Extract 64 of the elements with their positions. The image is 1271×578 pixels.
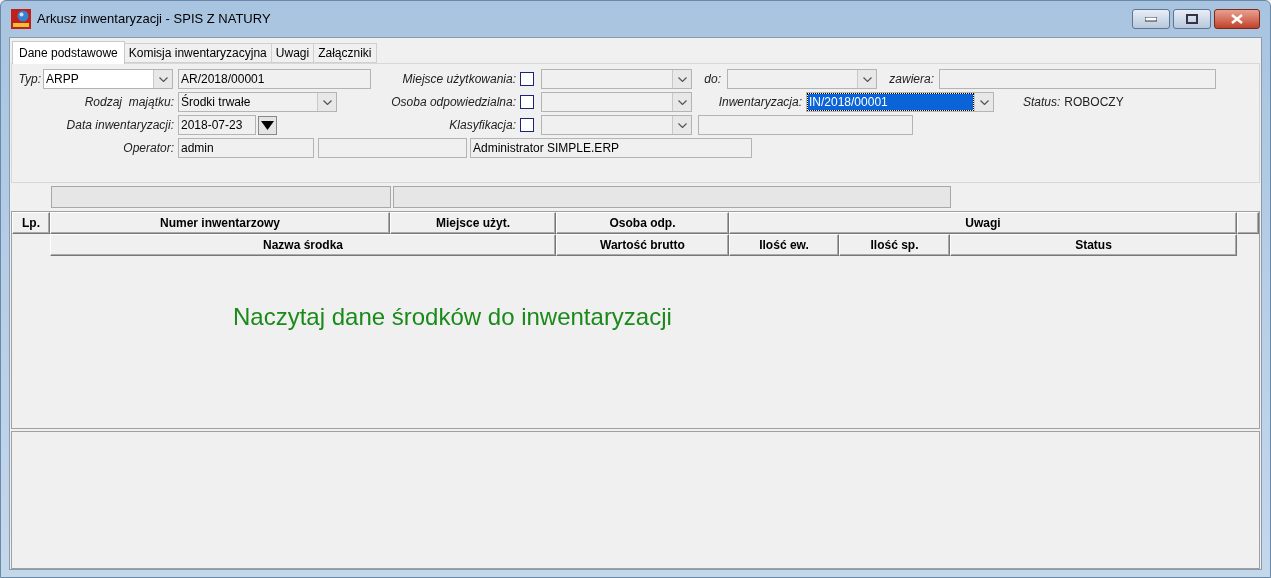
triangle-down-icon [261,120,274,130]
text-field[interactable]: AR/2018/00001 [178,69,371,89]
close-button[interactable] [1214,9,1260,29]
column-header[interactable]: Lp. [12,212,50,234]
close-icon [1231,14,1243,24]
field-label: Status: [1023,94,1061,111]
chevron-down-icon [322,99,332,105]
field-label: Osoba odpowiedzialna: [390,94,516,111]
dropdown[interactable] [541,115,692,135]
column-header[interactable]: Uwagi [729,212,1237,234]
dropdown[interactable] [541,69,692,89]
window-title: Arkusz inwentaryzacji - SPIS Z NATURY [37,10,271,29]
column-header[interactable]: Miejsce użyt. [390,212,556,234]
column-header[interactable]: Ilość ew. [729,234,839,256]
chevron-down-icon [862,76,872,82]
field-label: zawiera: [888,71,934,88]
minimize-button[interactable] [1132,9,1170,29]
dropdown[interactable]: ARPP [43,69,173,89]
checkbox[interactable] [520,95,534,109]
empty-message: Naczytaj dane środków do inwentaryzacji [233,302,672,332]
field-label: Typ: [17,71,41,88]
chevron-down-icon [677,99,687,105]
date-picker-button[interactable] [258,115,277,135]
checkbox[interactable] [520,118,534,132]
app-logo-icon [11,9,31,29]
column-header[interactable]: Wartość brutto [556,234,729,256]
text-field[interactable] [393,186,951,208]
maximize-button[interactable] [1173,9,1211,29]
field-label: Miejsce użytkowania: [401,71,516,88]
text-field[interactable] [318,138,467,158]
dropdown[interactable]: Środki trwałe [178,92,337,112]
chevron-down-icon [677,122,687,128]
column-header[interactable] [1237,212,1259,234]
field-label: do: [703,71,721,88]
field-label: Inwentaryzacja: [717,94,802,111]
dropdown[interactable] [727,69,877,89]
tab[interactable]: Załączniki [314,43,377,63]
dropdown[interactable]: IN/2018/00001 [806,92,994,112]
field-label: Klasyfikacja: [448,117,516,134]
text-field[interactable]: admin [178,138,314,158]
field-label: Data inwentaryzacji: [65,117,174,134]
column-header[interactable]: Numer inwentarzowy [50,212,390,234]
dropdown[interactable] [541,92,692,112]
text-field[interactable] [939,69,1216,89]
text-field[interactable] [51,186,391,208]
text-field[interactable]: Administrator SIMPLE.ERP [470,138,752,158]
field-label: Rodzaj majątku: [83,94,174,111]
chevron-down-icon [979,99,989,105]
column-header[interactable]: Status [950,234,1237,256]
column-header[interactable]: Ilość sp. [839,234,950,256]
tab[interactable]: Komisja inwentaryzacyjna [124,43,272,63]
field-label: Operator: [122,140,174,157]
chevron-down-icon [158,76,168,82]
text-field[interactable]: 2018-07-23 [178,115,256,135]
tab[interactable]: Dane podstawowe [12,41,125,64]
minimize-icon [1145,16,1157,22]
checkbox[interactable] [520,72,534,86]
column-header[interactable]: Osoba odp. [556,212,729,234]
chevron-down-icon [677,76,687,82]
tab[interactable]: Uwagi [271,43,315,63]
text-field[interactable] [698,115,913,135]
status-value: ROBOCZY [1064,94,1124,111]
column-header[interactable]: Nazwa środka [50,234,556,256]
restore-icon [1186,14,1198,24]
